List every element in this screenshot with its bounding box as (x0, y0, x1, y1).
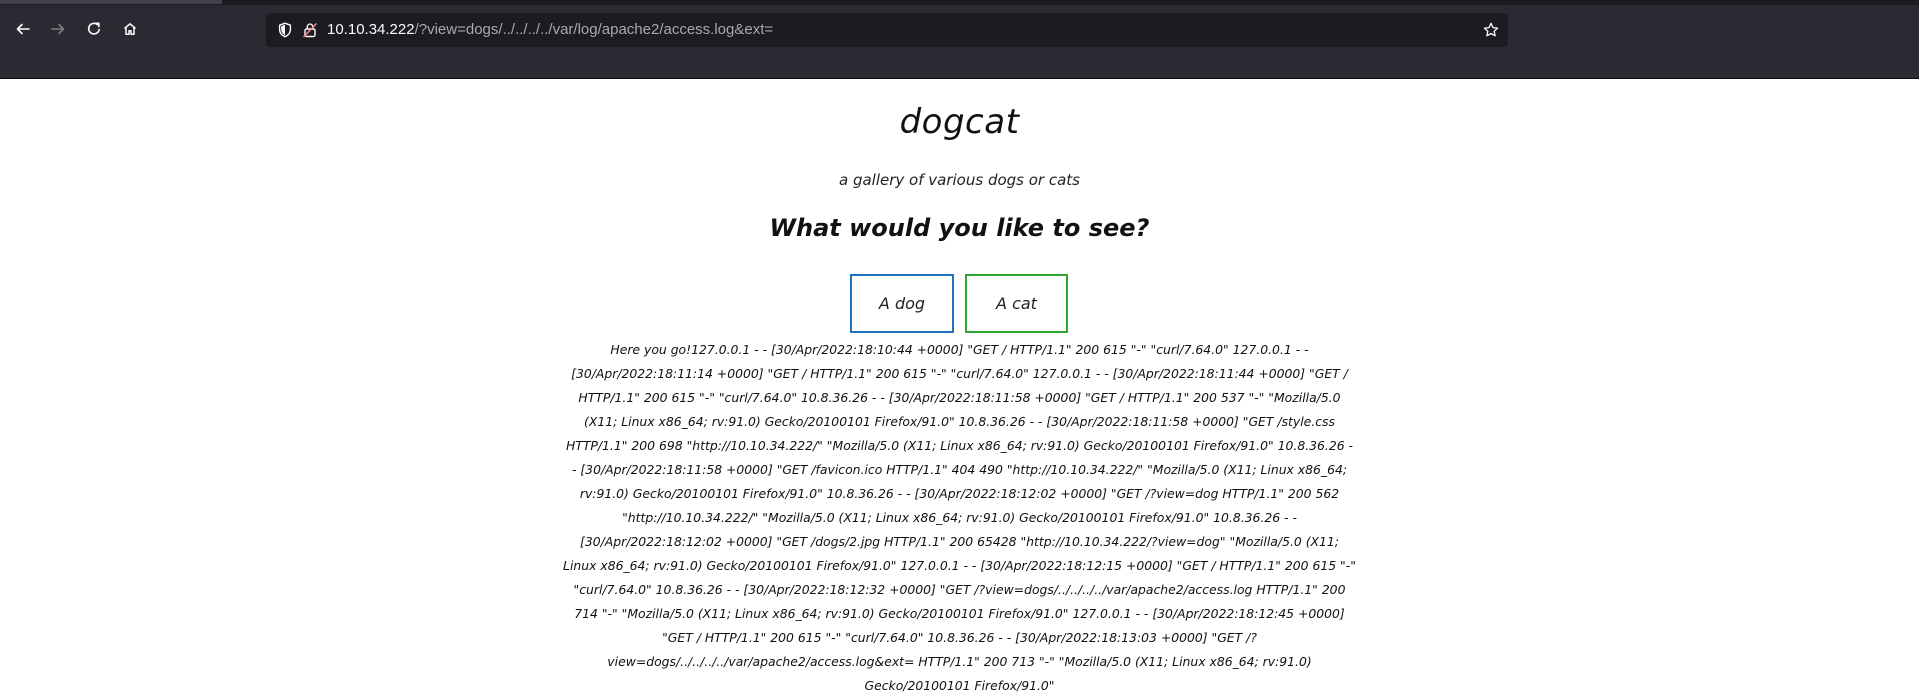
home-button[interactable] (116, 15, 144, 43)
log-output: Here you go!127.0.0.1 - - [30/Apr/2022:1… (563, 342, 1356, 693)
selection-question: What would you like to see? (769, 214, 1150, 242)
arrow-left-icon (16, 23, 30, 35)
navigation-toolbar: 10.10.34.222/?view=dogs/../../../../var/… (0, 5, 1919, 55)
active-tab[interactable] (0, 0, 222, 4)
back-button[interactable] (9, 15, 37, 43)
site-title: dogcat (899, 102, 1020, 142)
reload-button[interactable] (80, 15, 108, 43)
home-icon (124, 23, 136, 36)
site-tagline: a gallery of various dogs or cats (839, 171, 1080, 189)
url-bar[interactable]: 10.10.34.222/?view=dogs/../../../../var/… (266, 13, 1508, 47)
url-host: 10.10.34.222 (327, 21, 415, 38)
arrow-right-icon (51, 23, 65, 35)
reload-icon (87, 22, 100, 35)
shield-icon[interactable] (276, 21, 294, 39)
url-text[interactable]: 10.10.34.222/?view=dogs/../../../../var/… (327, 13, 773, 47)
web-page: dogcat a gallery of various dogs or cats… (0, 80, 1919, 693)
dog-button[interactable]: A dog (850, 274, 954, 333)
toolbar-bottom (0, 55, 1919, 79)
cat-button[interactable]: A cat (965, 274, 1068, 333)
url-path: /?view=dogs/../../../../var/log/apache2/… (414, 21, 774, 38)
lock-icon[interactable] (301, 21, 319, 39)
forward-button[interactable] (44, 15, 72, 43)
star-icon[interactable] (1482, 21, 1500, 39)
